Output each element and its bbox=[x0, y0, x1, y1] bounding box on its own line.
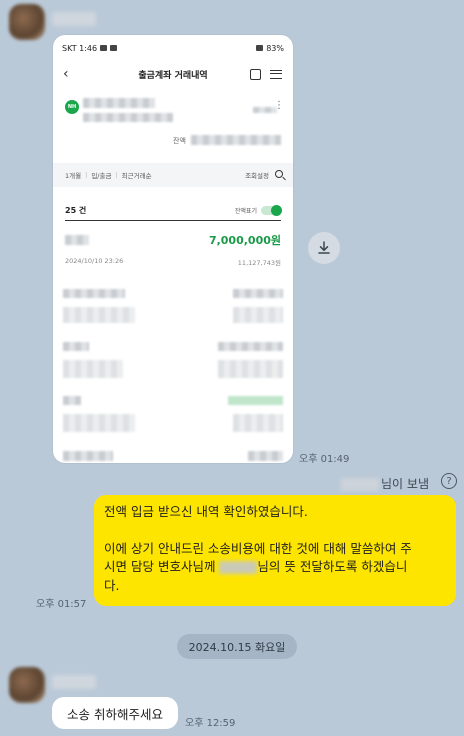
tx-row-hidden bbox=[233, 307, 283, 323]
count-label: 25 건 bbox=[65, 206, 87, 215]
signal-icon bbox=[256, 45, 264, 51]
date-label: 2024.10.15 화요일 bbox=[188, 640, 286, 654]
account-name-hidden bbox=[83, 98, 155, 108]
tx-amount: 7,000,000원 bbox=[208, 234, 281, 247]
outgoing-time: 오후 01:57 bbox=[36, 599, 87, 610]
search-icon bbox=[275, 170, 283, 178]
notification-icon bbox=[110, 45, 118, 51]
filter-bar: 1개월 | 입/출금 | 최근거래순 조회설정 bbox=[53, 163, 293, 187]
question-icon[interactable]: ? bbox=[441, 473, 457, 489]
tx-row-hidden bbox=[63, 396, 81, 405]
tx-row-hidden bbox=[248, 451, 283, 461]
home-icon bbox=[250, 68, 261, 80]
sender-suffix: 님이 보냄 bbox=[381, 477, 429, 491]
tx-row-hidden bbox=[63, 360, 123, 378]
incoming-time: 오후 12:59 bbox=[185, 718, 236, 729]
tx-row-hidden bbox=[228, 396, 283, 405]
recipient-name-hidden bbox=[341, 478, 380, 491]
tx-row-hidden bbox=[63, 451, 113, 461]
settings-label: 조회설정 bbox=[245, 172, 269, 180]
download-icon bbox=[318, 241, 330, 254]
tx-row-hidden bbox=[63, 289, 125, 298]
count-row: 25 건 잔액표기 bbox=[65, 201, 282, 221]
balance-toggle bbox=[261, 205, 282, 216]
download-button[interactable] bbox=[308, 232, 340, 264]
image-time: 오후 01:49 bbox=[299, 454, 350, 465]
toggle-label: 잔액표기 bbox=[234, 208, 257, 215]
carrier-time: SKT 1:46 bbox=[62, 43, 98, 53]
message-line: 님의 뜻 전달하도록 하겠습니 bbox=[257, 559, 408, 574]
balance-label: 잔액 bbox=[173, 137, 186, 145]
back-arrow-icon: ‹ bbox=[63, 66, 69, 82]
account-card: NH ⋮ 잔액 bbox=[53, 95, 293, 157]
sender-line: 님이 보냄 bbox=[341, 475, 429, 492]
incoming-message-bubble[interactable]: 소송 취하해주세요 bbox=[52, 697, 178, 729]
sender-name-hidden bbox=[52, 675, 96, 689]
filter-order: 최근거래순 bbox=[121, 172, 152, 180]
app-header: ‹ 출금계좌 거래내역 bbox=[53, 61, 293, 87]
phone-status-bar: SKT 1:46 83% bbox=[53, 35, 293, 61]
filter-type: 입/출금 bbox=[91, 172, 112, 180]
message-line: 다. bbox=[104, 577, 120, 593]
notification-icon bbox=[100, 45, 108, 51]
tx-datetime: 2024/10/10 23:26 bbox=[65, 257, 124, 265]
message-line: 이에 상기 안내드린 소송비용에 대한 것에 대해 말씀하여 주 bbox=[104, 540, 412, 556]
message-line: 전액 입금 받으신 내역 확인하였습니다. bbox=[104, 504, 308, 519]
tx-balance: 11,127,743원 bbox=[237, 259, 281, 267]
message-text: 소송 취하해주세요 bbox=[67, 706, 163, 722]
sender-name-hidden bbox=[52, 12, 96, 26]
screen-title: 출금계좌 거래내역 bbox=[138, 70, 208, 81]
message-line: 시면 담당 변호사님께 bbox=[104, 559, 220, 574]
outgoing-message-bubble[interactable]: 전액 입금 받으신 내역 확인하였습니다. 이에 상기 안내드린 소송비용에 대… bbox=[94, 495, 456, 606]
avatar[interactable] bbox=[9, 667, 45, 703]
image-message[interactable]: SKT 1:46 83% ‹ 출금계좌 거래내역 NH ⋮ 잔액 1개월 | 입… bbox=[53, 35, 293, 463]
bank-logo: NH bbox=[65, 100, 79, 114]
battery-level: 83% bbox=[266, 43, 284, 53]
tx-name-hidden bbox=[65, 235, 89, 245]
balance-hidden-2 bbox=[253, 107, 277, 113]
redacted-name bbox=[219, 561, 258, 574]
balance-hidden bbox=[191, 135, 281, 145]
filter-period: 1개월 bbox=[65, 172, 82, 180]
tx-row-hidden bbox=[63, 342, 89, 351]
tx-row-hidden bbox=[63, 307, 135, 323]
account-number-hidden bbox=[83, 113, 173, 122]
date-separator: 2024.10.15 화요일 bbox=[177, 634, 297, 659]
tx-row-hidden bbox=[233, 414, 283, 432]
tx-row-hidden bbox=[218, 342, 283, 351]
tx-row-hidden bbox=[233, 289, 283, 298]
tx-row-hidden bbox=[63, 414, 135, 432]
tx-row-hidden bbox=[218, 360, 283, 378]
avatar[interactable] bbox=[9, 4, 45, 40]
menu-icon bbox=[270, 69, 282, 79]
